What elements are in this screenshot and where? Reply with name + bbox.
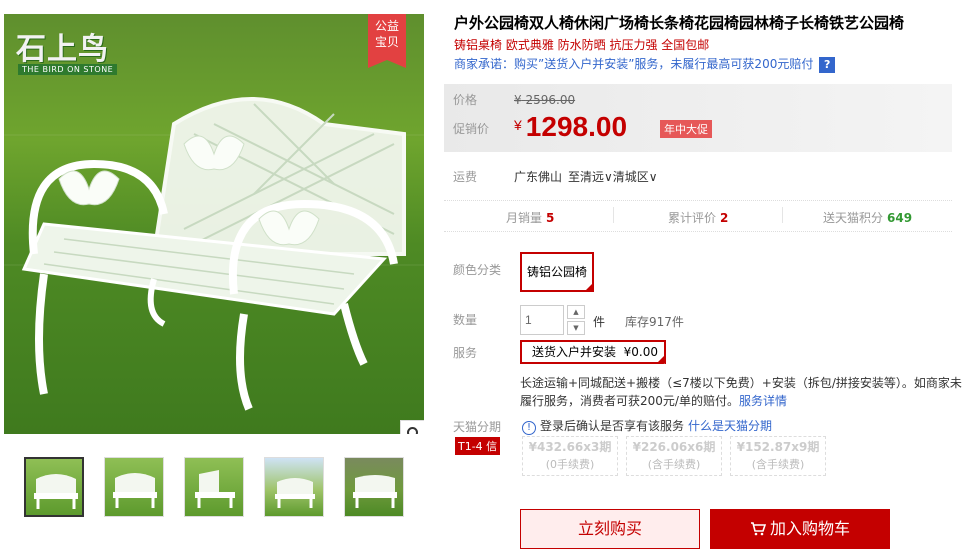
quantity-unit: 件 — [593, 315, 606, 329]
bench-thumb-icon — [34, 474, 78, 509]
zoom-button[interactable] — [400, 420, 424, 434]
stats-row: 月销量 5 累计评价 2 送天猫积分 649 — [444, 200, 952, 232]
promo-price-value: 1298.00 — [525, 111, 628, 142]
bench-thumb-icon — [113, 473, 157, 508]
plan-fee: (0手续费) — [545, 458, 595, 471]
magnifier-icon — [407, 427, 418, 434]
cart-icon — [750, 522, 767, 536]
thumbnail-5[interactable] — [344, 457, 404, 517]
review-count-value: 2 — [720, 211, 729, 225]
shipping-from: 广东佛山 — [514, 170, 563, 184]
installment-plan-9[interactable]: ¥152.87x9期 (含手续费) — [730, 436, 826, 476]
promo-price: ¥1298.00 — [514, 111, 627, 143]
product-title: 户外公园椅双人椅休闲广场椅长条椅花园椅园林椅子长椅铁艺公园椅 — [454, 14, 905, 32]
buy-now-button[interactable]: 立刻购买 — [520, 509, 700, 549]
add-to-cart-label: 加入购物车 — [769, 519, 850, 538]
tmall-points-label: 送天猫积分 — [823, 211, 884, 225]
promo-price-label: 促销价 — [453, 122, 490, 136]
quantity-decrease-button[interactable]: ▼ — [567, 321, 585, 335]
product-subtitle: 铸铝桌椅 欧式典雅 防水防晒 抗压力强 全国包邮 — [454, 38, 710, 52]
color-option-label: 铸铝公园椅 — [526, 265, 587, 279]
service-label: 服务 — [453, 346, 478, 360]
badge-line-1: 公益 — [374, 19, 399, 33]
installment-plan-3[interactable]: ¥432.66x3期 (0手续费) — [522, 436, 618, 476]
info-icon: ! — [522, 421, 536, 435]
review-count[interactable]: 累计评价 2 — [668, 209, 728, 226]
currency-symbol: ¥ — [514, 93, 522, 107]
installment-plan-6[interactable]: ¥226.06x6期 (含手续费) — [626, 436, 722, 476]
thumbnail-4[interactable] — [264, 457, 324, 517]
promo-tag: 年中大促 — [660, 120, 712, 138]
original-price: ¥ 2596.00 — [514, 93, 575, 107]
installment-info-text: 登录后确认是否享有该服务 — [540, 419, 685, 433]
add-to-cart-button[interactable]: 加入购物车 — [710, 509, 890, 549]
monthly-sales: 月销量 5 — [506, 209, 554, 226]
color-label: 颜色分类 — [453, 263, 502, 277]
installment-label: 天猫分期 — [453, 420, 502, 434]
bench-thumb-icon — [275, 478, 315, 508]
original-price-value: 2596.00 — [525, 93, 576, 107]
service-description: 长途运输+同城配送+搬楼（≤7楼以下免费）+安装（拆包/拼接安装等）。如商家未履… — [520, 374, 964, 410]
stock-count: 库存917件 — [625, 315, 684, 329]
tmall-points: 送天猫积分 649 — [823, 209, 912, 226]
color-option-selected[interactable]: 铸铝公园椅 — [520, 252, 594, 320]
monthly-sales-label: 月销量 — [506, 211, 543, 225]
tmall-points-value: 649 — [887, 211, 913, 225]
shipping-label: 运费 — [453, 170, 478, 184]
promise-text: 商家承诺：购买”送货入户并安装”服务，未履行最高可获200元赔付 — [454, 57, 814, 71]
plan-fee: (含手续费) — [751, 458, 805, 471]
selected-check-icon — [584, 282, 594, 320]
monthly-sales-value: 5 — [546, 211, 555, 225]
logo-text: 石上鸟 — [16, 32, 109, 67]
charity-badge: 公益 宝贝 — [368, 14, 406, 68]
selected-check-icon — [656, 354, 666, 376]
plan-amount: ¥152.87x9期 — [736, 440, 820, 454]
bench-thumb-icon — [353, 475, 397, 508]
main-product-image[interactable]: 石上鸟 THE BIRD ON STONE 公益 宝贝 — [4, 14, 424, 434]
brand-logo: 石上鸟 THE BIRD ON STONE — [14, 22, 144, 78]
plan-amount: ¥432.66x3期 — [528, 440, 612, 454]
service-details-link[interactable]: 服务详情 — [739, 394, 787, 408]
help-icon[interactable]: ? — [819, 56, 836, 73]
thumbnail-2[interactable] — [104, 457, 164, 517]
shipping-destination-select[interactable]: 至清远∨清城区∨ — [568, 168, 658, 185]
quantity-increase-button[interactable]: ▲ — [567, 305, 585, 319]
price-box: 价格 ¥ 2596.00 促销价 ¥1298.00 年中大促 — [444, 84, 952, 152]
review-count-label: 累计评价 — [668, 211, 717, 225]
installment-info: ! 登录后确认是否享有该服务 什么是天猫分期 — [522, 417, 772, 435]
thumbnail-strip — [24, 457, 414, 519]
currency-symbol: ¥ — [514, 117, 522, 133]
credit-level-badge: T1-4 信 — [455, 437, 501, 455]
badge-line-2: 宝贝 — [374, 35, 399, 49]
bench-thumb-icon — [195, 470, 235, 508]
logo-subtext: THE BIRD ON STONE — [18, 64, 118, 75]
thumbnail-1[interactable] — [24, 457, 84, 517]
plan-amount: ¥226.06x6期 — [632, 440, 716, 454]
what-is-installment-link[interactable]: 什么是天猫分期 — [688, 419, 772, 433]
quantity-input[interactable] — [520, 305, 564, 335]
service-option-label: 送货入户并安装 ¥0.00 — [532, 345, 658, 359]
service-option-selected[interactable]: 送货入户并安装 ¥0.00 — [520, 340, 666, 376]
thumbnail-3[interactable] — [184, 457, 244, 517]
quantity-label: 数量 — [453, 313, 478, 327]
plan-fee: (含手续费) — [647, 458, 701, 471]
original-price-label: 价格 — [453, 93, 478, 107]
merchant-promise: 商家承诺：购买”送货入户并安装”服务，未履行最高可获200元赔付 ? — [454, 55, 836, 73]
